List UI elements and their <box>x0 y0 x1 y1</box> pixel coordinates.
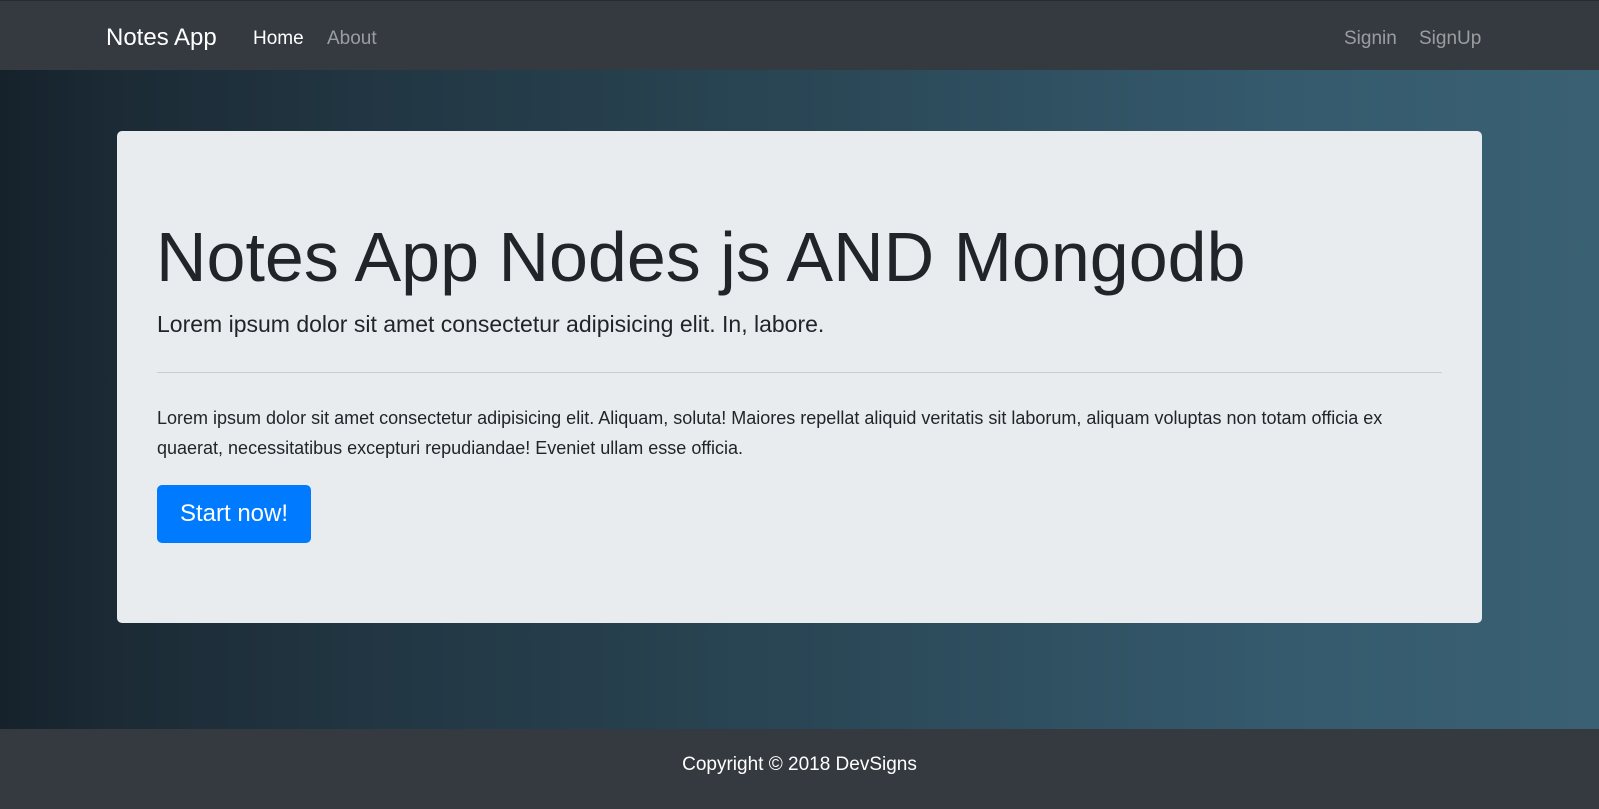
nav-link-signup[interactable]: SignUp <box>1419 27 1481 51</box>
nav-link-about[interactable]: About <box>327 27 377 51</box>
navbar: Notes App Home About Signin SignUp <box>0 0 1599 70</box>
lead-text: Lorem ipsum dolor sit amet consectetur a… <box>157 311 825 337</box>
divider <box>157 372 1442 373</box>
navbar-brand[interactable]: Notes App <box>106 23 217 53</box>
nav-link-signin[interactable]: Signin <box>1344 27 1397 51</box>
jumbotron: Notes App Nodes js AND Mongodb Lorem ips… <box>117 131 1482 623</box>
copyright-text: Copyright © 2018 DevSigns <box>682 754 917 775</box>
nav-link-home[interactable]: Home <box>253 27 304 51</box>
start-now-button[interactable]: Start now! <box>157 485 311 543</box>
page-title: Notes App Nodes js AND Mongodb <box>156 218 1246 296</box>
footer: Copyright © 2018 DevSigns <box>0 729 1599 809</box>
body-text: Lorem ipsum dolor sit amet consectetur a… <box>157 408 1383 458</box>
